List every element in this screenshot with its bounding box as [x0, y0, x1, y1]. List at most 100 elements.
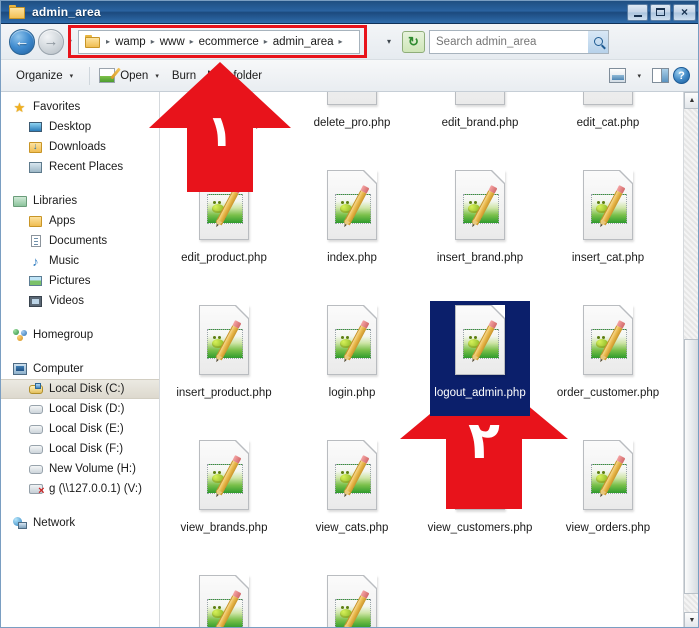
sidebar-label: Documents	[49, 235, 108, 247]
sidebar-label: Recent Places	[49, 161, 124, 173]
breadcrumb-separator[interactable]: ▸	[260, 37, 272, 46]
file-item[interactable]: view_orders.php	[544, 434, 672, 569]
sidebar-item-network[interactable]: Network	[1, 513, 159, 533]
file-item[interactable]: index.php	[288, 164, 416, 299]
sidebar-item-documents[interactable]: Documents	[1, 231, 159, 251]
file-item[interactable]: insert_product.php	[160, 299, 288, 434]
scroll-up-button[interactable]: ▲	[684, 92, 698, 109]
back-button[interactable]: ←	[9, 28, 35, 55]
sidebar-item-pictures[interactable]: Pictures	[1, 271, 159, 291]
sidebar-item-homegroup[interactable]: Homegroup	[1, 325, 159, 345]
sidebar-item-music[interactable]: ♪ Music	[1, 251, 159, 271]
preview-pane-icon[interactable]	[652, 68, 669, 83]
chevron-down-icon: ▾	[69, 72, 74, 80]
help-icon[interactable]: ?	[673, 67, 690, 84]
sidebar-label: New Volume (H:)	[49, 463, 136, 475]
chevron-down-icon[interactable]: ▾	[637, 72, 641, 80]
search-input[interactable]	[430, 34, 588, 49]
breadcrumb-www[interactable]: www	[159, 36, 186, 48]
sidebar-item-favorites[interactable]: ★ Favorites	[1, 97, 159, 117]
file-item[interactable]: view_product.php	[288, 569, 416, 627]
documents-icon	[27, 235, 44, 247]
file-name: edit_product.php	[181, 252, 267, 264]
file-item-selected[interactable]: logout_admin.php	[416, 299, 544, 434]
file-item[interactable]: view_customers.php	[416, 434, 544, 569]
search-icon	[593, 37, 603, 46]
sidebar-item-network-drive-v[interactable]: g (\\127.0.0.1) (V:)	[1, 479, 159, 499]
file-name: insert_cat.php	[571, 252, 645, 264]
command-toolbar: Organize ▾ Open ▾ Burn New folder ▾ ?	[1, 59, 698, 92]
burn-button[interactable]: Burn	[169, 64, 199, 88]
file-name: login.php	[328, 387, 376, 399]
sidebar-item-videos[interactable]: Videos	[1, 291, 159, 311]
file-item[interactable]: delete_pro.php	[288, 92, 416, 164]
disk-icon	[27, 464, 44, 474]
address-bar[interactable]: ▸ wamp ▸ www ▸ ecommerce ▸ admin_area ▸	[78, 29, 360, 54]
sidebar-item-local-disk-d[interactable]: Local Disk (D:)	[1, 399, 159, 419]
search-box[interactable]	[429, 29, 609, 54]
scrollbar-track[interactable]	[684, 109, 698, 612]
file-item[interactable]: order_customer.php	[544, 299, 672, 434]
file-list-pane[interactable]: delete_cat.php delete_pro.php edit_brand…	[160, 92, 698, 627]
vertical-scrollbar[interactable]: ▲ ▼	[683, 92, 698, 627]
file-item[interactable]: edit_brand.php	[416, 92, 544, 164]
breadcrumb-wamp[interactable]: wamp	[114, 36, 147, 48]
breadcrumb-separator[interactable]: ▸	[102, 37, 114, 46]
sidebar-item-recent-places[interactable]: Recent Places	[1, 157, 159, 177]
sidebar-label: Apps	[49, 215, 76, 227]
sidebar-item-desktop[interactable]: Desktop	[1, 117, 159, 137]
file-item[interactable]: insert_brand.php	[416, 164, 544, 299]
scroll-down-button[interactable]: ▼	[684, 612, 698, 627]
file-item[interactable]: insert_cat.php	[544, 164, 672, 299]
file-item[interactable]: view_cats.php	[288, 434, 416, 569]
sidebar-item-local-disk-c[interactable]: Local Disk (C:)	[1, 379, 159, 399]
sidebar-item-local-disk-e[interactable]: Local Disk (E:)	[1, 419, 159, 439]
file-item[interactable]: edit_product.php	[160, 164, 288, 299]
sidebar-item-libraries[interactable]: Libraries	[1, 191, 159, 211]
breadcrumb-separator[interactable]: ▸	[147, 37, 159, 46]
breadcrumb-admin-area[interactable]: admin_area	[272, 36, 335, 48]
sidebar-item-downloads[interactable]: Downloads	[1, 137, 159, 157]
open-button[interactable]: Open ▾	[96, 64, 169, 88]
search-button[interactable]	[588, 30, 608, 53]
close-button[interactable]: ×	[673, 3, 696, 21]
file-item[interactable]: view_brands.php	[160, 434, 288, 569]
file-item[interactable]: delete_cat.php	[160, 92, 288, 164]
file-name: insert_brand.php	[436, 252, 524, 264]
minimize-button[interactable]	[627, 3, 648, 21]
file-name: edit_cat.php	[576, 117, 640, 129]
php-file-icon	[449, 305, 511, 381]
file-item[interactable]: login.php	[288, 299, 416, 434]
sidebar-label: Pictures	[49, 275, 91, 287]
new-folder-button[interactable]: New folder	[199, 64, 265, 88]
breadcrumb-ecommerce[interactable]: ecommerce	[198, 36, 260, 48]
php-file-icon	[321, 92, 383, 111]
network-icon	[11, 517, 28, 529]
breadcrumb-separator[interactable]: ▸	[334, 37, 346, 46]
organize-button[interactable]: Organize ▾	[13, 64, 83, 88]
sidebar-item-computer[interactable]: Computer	[1, 359, 159, 379]
pictures-icon	[27, 276, 44, 286]
address-folder-icon	[85, 35, 100, 48]
file-item[interactable]: view_payments.php	[160, 569, 288, 627]
sidebar-item-local-disk-f[interactable]: Local Disk (F:)	[1, 439, 159, 459]
file-name: order_customer.php	[556, 387, 660, 399]
file-name: view_orders.php	[565, 522, 651, 534]
file-item[interactable]: edit_cat.php	[544, 92, 672, 164]
disk-icon	[27, 424, 44, 434]
breadcrumb-separator[interactable]: ▸	[186, 37, 198, 46]
file-name: delete_pro.php	[313, 117, 391, 129]
sidebar-item-new-volume-h[interactable]: New Volume (H:)	[1, 459, 159, 479]
organize-label: Organize	[16, 69, 63, 82]
forward-button[interactable]: →	[38, 28, 64, 55]
sidebar-item-apps[interactable]: Apps	[1, 211, 159, 231]
window-body: ★ Favorites Desktop Downloads Recent Pla…	[1, 92, 698, 627]
recent-locations-button[interactable]: ▾	[64, 37, 76, 46]
change-view-icon[interactable]	[609, 68, 627, 83]
scrollbar-thumb[interactable]	[684, 339, 698, 594]
address-dropdown-button[interactable]: ▾	[378, 31, 400, 53]
maximize-button[interactable]	[650, 3, 671, 21]
php-file-icon	[577, 305, 639, 381]
forward-arrow-icon: →	[43, 33, 59, 50]
refresh-button[interactable]: ↻	[402, 30, 425, 53]
